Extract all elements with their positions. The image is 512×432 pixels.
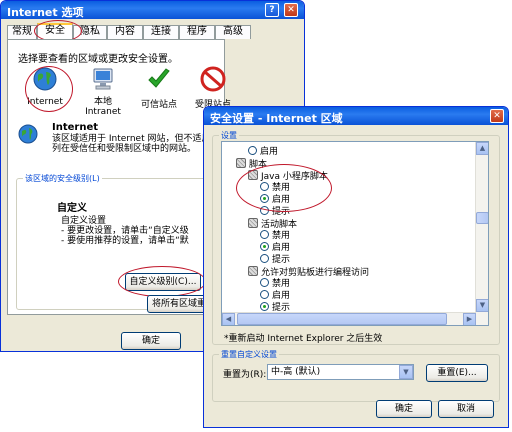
setting-category[interactable]: 允许对剪贴板进行编程访问 (248, 266, 369, 278)
radio-button[interactable] (260, 242, 269, 251)
no-entry-icon (200, 66, 226, 92)
horizontal-scrollbar[interactable]: ◀ ▶ (222, 312, 476, 325)
settings-icon (236, 158, 246, 168)
settings-group-title: 设置 (219, 130, 239, 141)
ok-button[interactable]: 确定 (121, 332, 181, 350)
radio-button[interactable] (260, 290, 269, 299)
cancel-button[interactable]: 取消 (438, 400, 494, 418)
tab-programs[interactable]: 程序 (179, 25, 215, 39)
zone-label: 本地 Intranet (85, 97, 121, 117)
security-settings-titlebar[interactable]: 安全设置 - Internet 区域 ✕ (204, 107, 508, 125)
scroll-down-arrow[interactable]: ▼ (476, 299, 488, 312)
setting-label: 允许对剪贴板进行编程访问 (261, 268, 370, 278)
reset-all-zones-button[interactable]: 将所有区域重 (147, 295, 211, 313)
zone-local-intranet[interactable]: 本地 Intranet (80, 66, 126, 117)
setting-category[interactable]: 活动脚本 (248, 218, 297, 230)
custom-level-highlight (118, 266, 206, 297)
setting-option[interactable]: 提示 (260, 254, 290, 266)
vertical-scrollbar[interactable]: ▲ ▼ (475, 142, 488, 325)
tab-advanced[interactable]: 高级 (215, 25, 251, 39)
tab-content[interactable]: 内容 (107, 25, 143, 39)
setting-option[interactable]: 启用 (260, 242, 290, 254)
setting-label: 禁用 (272, 279, 291, 289)
custom-line: - 要使用推荐的设置，请单击“默 (61, 236, 189, 246)
zone-label: 可信站点 (140, 100, 177, 110)
zone-restricted-sites[interactable]: 受限站点 (190, 66, 236, 110)
tab-general[interactable]: 常规 (7, 25, 37, 39)
ok-button[interactable]: 确定 (376, 400, 432, 418)
setting-option[interactable]: 禁用 (260, 278, 290, 290)
scroll-up-arrow[interactable]: ▲ (476, 142, 488, 155)
internet-options-title: Internet 选项 (7, 6, 84, 19)
scroll-thumb[interactable] (237, 313, 447, 325)
help-button[interactable]: ? (265, 3, 279, 17)
security-settings-title: 安全设置 - Internet 区域 (210, 112, 343, 125)
restart-note: *重新启动 Internet Explorer 之后生效 (224, 334, 383, 344)
settings-icon (248, 218, 258, 228)
close-button[interactable]: ✕ (284, 3, 298, 17)
check-icon (148, 68, 170, 88)
setting-label: 活动脚本 (261, 220, 298, 230)
setting-label: 启用 (260, 147, 279, 157)
reset-level-select[interactable]: 中-高 (默认) ▼ (267, 364, 414, 380)
setting-label: 启用 (272, 291, 291, 301)
internet-zone-highlight (25, 66, 73, 112)
radio-button[interactable] (260, 278, 269, 287)
custom-title: 自定义 (57, 203, 87, 214)
java-applet-highlight (236, 164, 332, 212)
close-button[interactable]: ✕ (490, 109, 504, 123)
zone-prompt: 选择要查看的区域或更改安全设置。 (18, 54, 178, 65)
scroll-thumb[interactable] (476, 212, 488, 224)
radio-button[interactable] (260, 302, 269, 311)
setting-option[interactable]: 禁用 (260, 230, 290, 242)
radio-button[interactable] (248, 146, 257, 155)
setting-label: 禁用 (272, 231, 291, 241)
zone-description: 该区域适用于 Internet 网站，但不适用于列在受信任和受限制区域中的网站。 (52, 134, 220, 154)
security-level-title: 该区域的安全级别(L) (23, 173, 102, 184)
setting-option[interactable]: 启用 (260, 290, 290, 302)
reset-level-value: 中-高 (默认) (271, 367, 321, 377)
settings-icon (248, 266, 258, 276)
globe-icon (18, 124, 38, 144)
tab-connections[interactable]: 连接 (143, 25, 179, 39)
setting-option[interactable]: 启用 (248, 146, 278, 158)
chevron-down-icon[interactable]: ▼ (399, 365, 413, 379)
scroll-left-arrow[interactable]: ◀ (222, 313, 235, 325)
zone-trusted-sites[interactable]: 可信站点 (136, 66, 182, 110)
scroll-right-arrow[interactable]: ▶ (463, 313, 476, 325)
setting-label: 提示 (272, 255, 291, 265)
radio-button[interactable] (260, 230, 269, 239)
computer-icon (93, 68, 113, 90)
internet-options-titlebar[interactable]: Internet 选项 ? ✕ (1, 1, 304, 19)
radio-button[interactable] (260, 254, 269, 263)
reset-button[interactable]: 重置(E)... (426, 364, 488, 382)
reset-group-title: 重置自定义设置 (219, 349, 279, 360)
reset-label: 重置为(R): (223, 370, 267, 380)
zone-title: Internet (52, 122, 99, 133)
setting-label: 启用 (272, 243, 291, 253)
